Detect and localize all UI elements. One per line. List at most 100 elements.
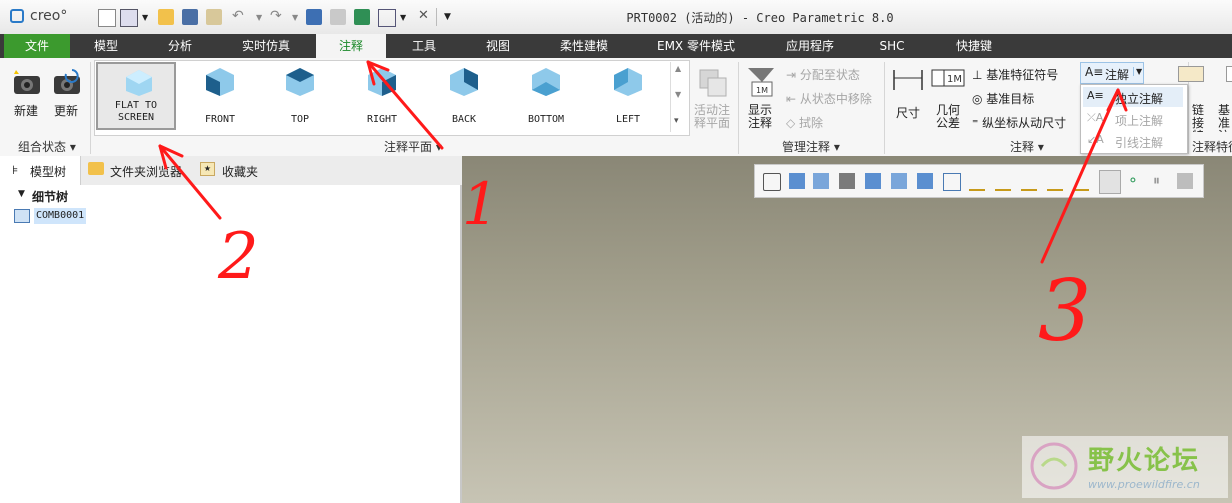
pause-icon[interactable]: ⏸ — [1153, 173, 1169, 189]
tab-tools[interactable]: 工具 — [396, 34, 452, 58]
tab-view[interactable]: 视图 — [470, 34, 526, 58]
tab-emx[interactable]: EMX 零件模式 — [646, 34, 746, 58]
view-back[interactable]: BACK — [424, 62, 504, 130]
view-flat-to-screen[interactable]: FLAT TO SCREEN — [96, 62, 176, 130]
ordinate-driven-dimension-button[interactable]: ⁼ 纵坐标从动尺寸 — [972, 114, 1066, 131]
new-window-icon[interactable] — [120, 9, 138, 27]
annotation-feature-icon[interactable] — [1178, 66, 1204, 82]
repaint-icon[interactable] — [839, 173, 855, 189]
dimension-label[interactable]: 尺寸 — [896, 104, 920, 121]
spin-center-icon[interactable]: ⚬ — [1127, 173, 1143, 189]
annotation-display-icon[interactable] — [1099, 170, 1121, 194]
view-right[interactable]: RIGHT — [342, 62, 422, 130]
scroll-up-icon[interactable]: ▲ — [675, 64, 681, 73]
watermark-url: www.proewildfire.cn — [1088, 478, 1200, 491]
view-manager-icon[interactable] — [917, 173, 933, 189]
note-label: 注解 — [1105, 68, 1130, 82]
datum-annotation-label[interactable]: 基准注 — [1218, 104, 1232, 132]
group-divider — [90, 62, 91, 154]
tab-folder-browser[interactable]: 文件夹浏览器 — [86, 156, 192, 185]
point-display-icon[interactable] — [1047, 173, 1063, 191]
redo-dropdown-icon[interactable]: ▼ — [292, 13, 298, 22]
annotation-feature-group-label[interactable]: 注释特征 — [1192, 138, 1232, 155]
zoom-in-icon[interactable] — [789, 173, 805, 189]
combination-state-icon — [14, 209, 30, 223]
scroll-down-icon[interactable]: ▼ — [675, 90, 681, 99]
note-dropdown-icon[interactable]: ▼ — [1133, 67, 1142, 76]
assign-to-state-button: ⇥ 分配至状态 — [786, 68, 860, 82]
view-front[interactable]: FRONT — [180, 62, 260, 130]
windows-icon[interactable] — [354, 9, 370, 25]
tab-analysis[interactable]: 分析 — [150, 34, 210, 58]
gallery-expand-icon[interactable]: ▾ — [674, 116, 679, 126]
menu-item-independent-note[interactable]: A≡ 独立注解 — [1083, 87, 1183, 107]
animation-icon[interactable] — [1177, 173, 1193, 189]
geometric-tolerance-icon[interactable]: 1M — [930, 66, 966, 90]
menu-item-label: 项上注解 — [1115, 114, 1164, 128]
tab-model[interactable]: 模型 — [76, 34, 136, 58]
activate-annotation-plane-icon[interactable] — [696, 64, 730, 98]
view-label: RIGHT — [366, 114, 398, 125]
annotation-plane-group-label[interactable]: 注释平面 ▾ — [384, 138, 442, 155]
dimension-icon[interactable] — [890, 64, 926, 94]
model-tree-icon: ⊧ — [12, 163, 19, 177]
tab-model-tree[interactable]: ⊧ 模型树 — [0, 156, 81, 185]
close-icon[interactable]: ✕ — [418, 8, 429, 23]
datum-target-button[interactable]: ◎ 基准目标 — [972, 90, 1034, 107]
combo-state-group-label[interactable]: 组合状态 ▾ — [18, 138, 76, 155]
update-combo-state-button[interactable] — [52, 68, 82, 96]
regenerate-model-icon[interactable] — [306, 9, 322, 25]
view-top[interactable]: TOP — [260, 62, 340, 130]
geometric-tolerance-label[interactable]: 几何公差 — [936, 104, 964, 130]
datum-annotation-icon[interactable] — [1226, 66, 1232, 82]
note-split-button[interactable]: A≡ 注解 ▼ — [1080, 62, 1144, 84]
csys-display-icon[interactable] — [1073, 173, 1089, 191]
view-left[interactable]: LEFT — [588, 62, 668, 130]
undo-icon[interactable]: ↶ — [232, 8, 244, 24]
plane-display-icon[interactable] — [995, 173, 1011, 191]
annotation-feature-label[interactable]: 链接特征 — [1192, 104, 1214, 132]
tab-shc[interactable]: SHC — [870, 34, 914, 58]
datum-feature-symbol-button[interactable]: ⊥ 基准特征符号 — [972, 66, 1058, 83]
new-combo-state-label: 新建 — [14, 104, 39, 118]
saved-orientations-icon[interactable] — [891, 173, 907, 189]
undo-dropdown-icon[interactable]: ▼ — [256, 13, 262, 22]
perspective-view-icon[interactable] — [943, 173, 961, 191]
zoom-out-icon[interactable] — [813, 173, 829, 189]
remove-icon: ⇤ — [786, 92, 800, 106]
datum-display-filters-icon[interactable] — [969, 173, 985, 191]
tab-applications[interactable]: 应用程序 — [770, 34, 850, 58]
tab-flexible-modeling[interactable]: 柔性建模 — [544, 34, 624, 58]
manage-annotations-group-label[interactable]: 管理注释 ▾ — [782, 138, 840, 155]
customize-qat-icon[interactable]: ▼ — [444, 12, 451, 22]
axis-display-icon[interactable] — [1021, 173, 1037, 191]
tab-favorites[interactable]: ★ 收藏夹 — [198, 156, 268, 185]
tab-annotate[interactable]: 注释 — [316, 34, 386, 58]
annotations-group-label[interactable]: 注释 ▾ — [1010, 138, 1044, 155]
gallery-scrollbar[interactable]: ▲ ▼ ▾ — [670, 62, 687, 132]
group-divider — [884, 62, 885, 154]
close-window-icon[interactable] — [378, 9, 396, 27]
display-style-icon[interactable] — [865, 173, 881, 189]
tab-file[interactable]: 文件 — [4, 34, 70, 58]
datum-target-icon: ◎ — [972, 92, 987, 106]
show-annotations-icon[interactable]: 1M — [744, 64, 778, 100]
view-label: LEFT — [615, 114, 641, 125]
new-combo-state-button[interactable] — [12, 68, 42, 96]
tab-live-simulation[interactable]: 实时仿真 — [226, 34, 306, 58]
view-label: FLAT TO SCREEN — [114, 100, 158, 123]
chevron-down-icon[interactable]: ▼ — [142, 13, 148, 22]
new-file-icon[interactable] — [98, 9, 116, 27]
select-icon[interactable] — [330, 9, 346, 25]
refit-icon[interactable] — [763, 173, 781, 191]
windows-dropdown-icon[interactable]: ▼ — [400, 13, 406, 22]
collapse-icon[interactable]: ▼ — [18, 189, 25, 199]
menu-item-on-item-note: ⤫A 项上注解 — [1083, 109, 1183, 129]
redo-icon[interactable]: ↷ — [270, 8, 282, 24]
regenerate-icon[interactable] — [206, 9, 222, 25]
qat-divider — [436, 8, 437, 26]
open-folder-icon[interactable] — [158, 9, 174, 25]
tab-shortcuts[interactable]: 快捷键 — [944, 34, 1004, 58]
save-icon[interactable] — [182, 9, 198, 25]
view-bottom[interactable]: BOTTOM — [506, 62, 586, 130]
